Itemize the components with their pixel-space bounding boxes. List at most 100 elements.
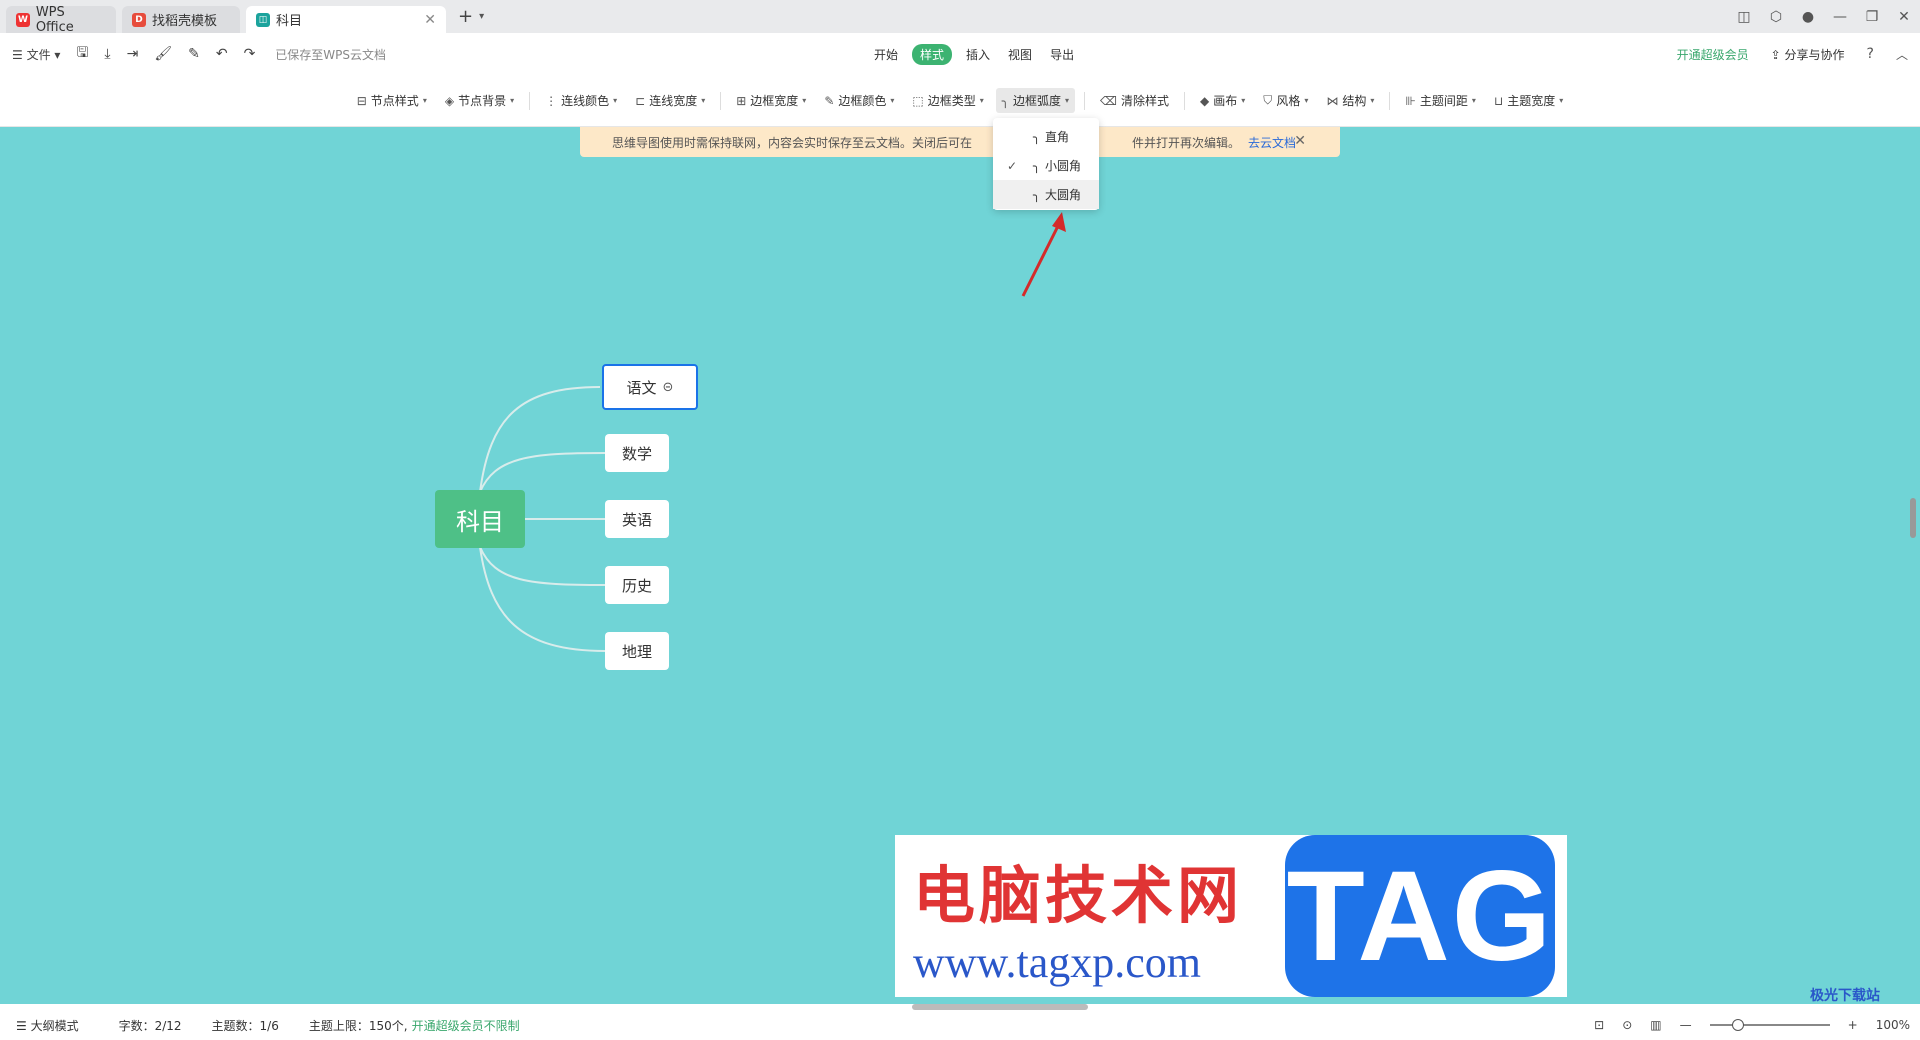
node-style-button[interactable]: ⊟ 节点样式 ▾	[351, 88, 433, 113]
tool-label: 边框弧度	[1013, 94, 1062, 108]
zoom-level: 100%	[1875, 1018, 1910, 1032]
line-width-button[interactable]: ⊏ 连线宽度 ▾	[629, 88, 711, 113]
topic-node-history[interactable]: 历史	[605, 566, 669, 604]
avatar[interactable]: ●	[1792, 9, 1824, 25]
width-icon: ⊔	[1493, 93, 1504, 108]
tool-label: 结构	[1342, 94, 1367, 108]
zoom-slider[interactable]	[1709, 1019, 1830, 1031]
map-icon[interactable]: ▥	[1650, 1018, 1661, 1032]
tool-label: 边框宽度	[750, 94, 799, 108]
export-icon[interactable]: ⇥	[127, 46, 139, 62]
download-icon[interactable]: ⤓	[104, 46, 110, 62]
main-toolbar: ☰ 文件 ▾ 🖫 ⤓ ⇥ 🖌 ✎ ↶ ↷ 已保存至WPS云文档 开始 样式 插入…	[0, 33, 1920, 75]
corner-icon: ╮	[1033, 158, 1041, 173]
corner-icon: ╮	[1033, 187, 1041, 202]
tab-wps-office[interactable]: W WPS Office	[6, 5, 116, 35]
pen-icon[interactable]: ✎	[188, 46, 200, 62]
root-topic[interactable]: 科目	[435, 490, 525, 548]
save-icon[interactable]: 🖫	[76, 42, 88, 66]
vip-link[interactable]: 开通超级会员	[1677, 46, 1749, 63]
layout-icon[interactable]: ◫	[1728, 9, 1760, 25]
topic-node-chinese[interactable]: 语文 ⊝	[602, 364, 698, 410]
cube-icon[interactable]: ⬡	[1760, 9, 1792, 25]
undo-icon[interactable]: ↶	[216, 46, 228, 62]
wps-logo-icon: W	[16, 12, 30, 27]
mindmap-icon: ◫	[256, 12, 270, 27]
fit-icon[interactable]: ⊡	[1594, 1018, 1604, 1032]
border-type-button[interactable]: ⬚ 边框类型 ▾	[906, 88, 989, 113]
menu-style[interactable]: 样式	[912, 43, 953, 65]
help-icon[interactable]: ?	[1867, 46, 1874, 62]
border-color-button[interactable]: ✎ 边框颜色 ▾	[818, 88, 900, 113]
dropdown-item-small-radius[interactable]: ✓ ╮ 小圆角	[993, 151, 1099, 180]
tool-label: 节点背景	[458, 94, 507, 108]
clear-style-button[interactable]: ⌫ 清除样式	[1094, 88, 1175, 113]
tab-label: 科目	[276, 14, 303, 29]
tool-label: 风格	[1276, 94, 1301, 108]
chevron-down-icon[interactable]: ▾	[479, 11, 484, 22]
redo-icon[interactable]: ↷	[244, 46, 256, 62]
close-tab-icon[interactable]: ✕	[424, 12, 436, 28]
menu-insert[interactable]: 插入	[962, 44, 994, 65]
tool-label: 清除样式	[1121, 94, 1170, 108]
tool-label: 主题间距	[1419, 94, 1468, 108]
topic-count: 主题数：1/6	[211, 1018, 279, 1033]
restore-icon[interactable]: ❐	[1856, 9, 1888, 25]
canvas-button[interactable]: ◆ 画布 ▾	[1194, 88, 1251, 113]
add-tab-icon[interactable]: +	[458, 6, 473, 27]
topic-spacing-button[interactable]: ⊪ 主题间距 ▾	[1399, 88, 1481, 113]
mindmap-canvas[interactable]: 思维导图使用时需保持联网，内容会实时保存至云文档。关闭后可在 件并打开再次编辑。…	[0, 127, 1920, 1004]
menu-view[interactable]: 视图	[1004, 44, 1036, 65]
locate-icon[interactable]: ⊙	[1622, 1018, 1632, 1032]
eraser-icon: ⌫	[1100, 93, 1118, 108]
zoom-out-icon[interactable]: —	[1680, 1018, 1692, 1032]
fill-icon: ◈	[444, 93, 455, 108]
shirt-icon: ⛉	[1263, 93, 1273, 107]
border-radius-button[interactable]: ╮ 边框弧度 ▾	[995, 88, 1076, 113]
structure-button[interactable]: ⋈ 结构 ▾	[1320, 88, 1380, 113]
tool-label: 连线颜色	[561, 94, 610, 108]
status-vip-link[interactable]: 开通超级会员不限制	[412, 1017, 520, 1034]
corner-icon: ╮	[1001, 93, 1010, 108]
share-button[interactable]: ⇪ 分享与协作	[1771, 46, 1845, 63]
tool-label: 节点样式	[370, 94, 419, 108]
watermark-banner: 电脑技术网 www.tagxp.com TAG	[895, 835, 1567, 997]
menu-export[interactable]: 导出	[1046, 44, 1078, 65]
status-bar: ☰ 大纲模式 字数：2/12 主题数：1/6 主题上限：150个, 开通超级会员…	[0, 1010, 1920, 1040]
link-icon[interactable]: ⊝	[663, 380, 674, 395]
corner-watermark: 极光下载站	[1810, 988, 1880, 1004]
tool-label: 主题宽度	[1507, 94, 1556, 108]
topic-node-english[interactable]: 英语	[605, 500, 669, 538]
theme-button[interactable]: ⛉ 风格 ▾	[1257, 88, 1314, 113]
tool-label: 边框类型	[927, 94, 976, 108]
line-width-icon: ⊏	[635, 93, 646, 108]
topic-node-math[interactable]: 数学	[605, 434, 669, 472]
vertical-scrollbar[interactable]	[1910, 498, 1916, 538]
dropdown-item-large-radius[interactable]: ╮ 大圆角	[993, 180, 1099, 209]
collapse-icon[interactable]: ︿	[1896, 46, 1908, 63]
topic-limit: 主题上限：150个,	[308, 1018, 408, 1033]
border-width-button[interactable]: ⊞ 边框宽度 ▾	[730, 88, 812, 113]
minimize-icon[interactable]: —	[1824, 9, 1856, 25]
docer-icon: D	[132, 12, 146, 27]
topic-width-button[interactable]: ⊔ 主题宽度 ▾	[1488, 88, 1569, 113]
zoom-in-icon[interactable]: +	[1848, 1018, 1858, 1032]
tab-label: 找稻壳模板	[152, 14, 218, 29]
spacing-icon: ⊪	[1405, 93, 1416, 108]
file-label: 文件	[26, 47, 51, 62]
topic-node-geography[interactable]: 地理	[605, 632, 669, 670]
format-painter-icon[interactable]: 🖌	[154, 46, 172, 62]
dropdown-item-right-angle[interactable]: ╮ 直角	[993, 122, 1099, 151]
menu-start[interactable]: 开始	[870, 44, 902, 65]
tab-mindmap[interactable]: ◫ 科目 ✕	[246, 6, 446, 33]
share-label: 分享与协作	[1784, 47, 1845, 62]
outline-mode-button[interactable]: ☰ 大纲模式	[16, 1017, 79, 1034]
line-color-button[interactable]: ⋮ 连线颜色 ▾	[539, 88, 623, 113]
canvas-icon: ◆	[1200, 93, 1210, 108]
node-bg-button[interactable]: ◈ 节点背景 ▾	[439, 88, 520, 113]
tool-label: 画布	[1213, 94, 1238, 108]
tab-docer[interactable]: D 找稻壳模板	[122, 6, 240, 33]
file-menu[interactable]: ☰ 文件 ▾	[12, 46, 60, 63]
node-style-icon: ⊟	[356, 93, 367, 108]
close-window-icon[interactable]: ✕	[1888, 9, 1920, 25]
